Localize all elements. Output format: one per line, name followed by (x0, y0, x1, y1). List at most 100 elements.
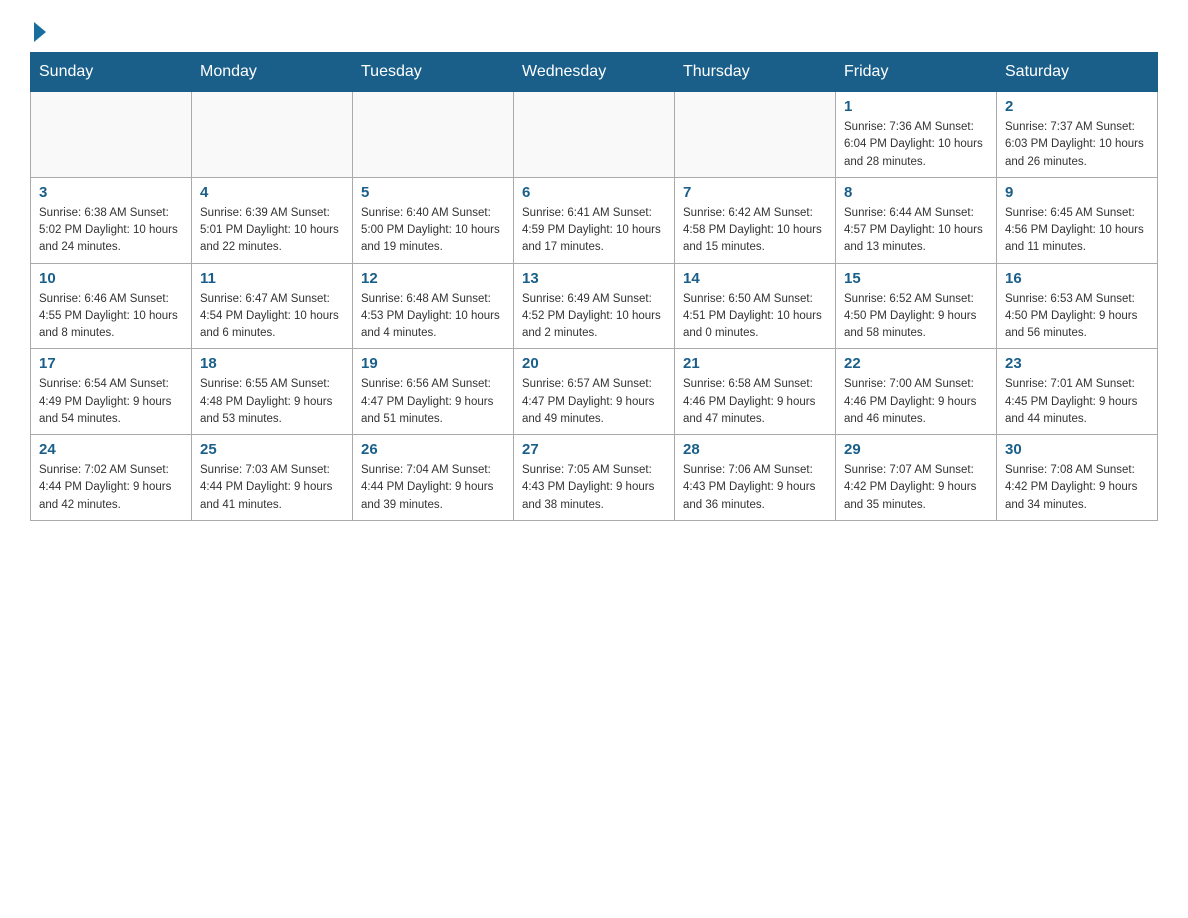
day-number: 10 (39, 270, 183, 287)
day-header-sunday: Sunday (31, 53, 192, 92)
day-info: Sunrise: 6:48 AM Sunset: 4:53 PM Dayligh… (361, 291, 505, 343)
day-number: 9 (1005, 184, 1149, 201)
calendar-cell: 21 Sunrise: 6:58 AM Sunset: 4:46 PM Dayli… (675, 349, 836, 435)
day-number: 19 (361, 355, 505, 372)
calendar-cell: 27 Sunrise: 7:05 AM Sunset: 4:43 PM Dayli… (514, 435, 675, 521)
day-info: Sunrise: 7:01 AM Sunset: 4:45 PM Dayligh… (1005, 376, 1149, 428)
day-number: 15 (844, 270, 988, 287)
calendar-table: SundayMondayTuesdayWednesdayThursdayFrid… (30, 52, 1158, 521)
day-info: Sunrise: 6:49 AM Sunset: 4:52 PM Dayligh… (522, 291, 666, 343)
day-number: 6 (522, 184, 666, 201)
calendar-cell: 1 Sunrise: 7:36 AM Sunset: 6:04 PM Daylig… (836, 92, 997, 178)
day-info: Sunrise: 6:52 AM Sunset: 4:50 PM Dayligh… (844, 291, 988, 343)
day-info: Sunrise: 6:55 AM Sunset: 4:48 PM Dayligh… (200, 376, 344, 428)
day-number: 8 (844, 184, 988, 201)
calendar-cell: 12 Sunrise: 6:48 AM Sunset: 4:53 PM Dayli… (353, 263, 514, 349)
logo (30, 20, 46, 42)
day-info: Sunrise: 6:45 AM Sunset: 4:56 PM Dayligh… (1005, 205, 1149, 257)
calendar-cell: 9 Sunrise: 6:45 AM Sunset: 4:56 PM Daylig… (997, 177, 1158, 263)
day-header-friday: Friday (836, 53, 997, 92)
day-info: Sunrise: 6:58 AM Sunset: 4:46 PM Dayligh… (683, 376, 827, 428)
calendar-cell (192, 92, 353, 178)
day-header-saturday: Saturday (997, 53, 1158, 92)
calendar-cell: 3 Sunrise: 6:38 AM Sunset: 5:02 PM Daylig… (31, 177, 192, 263)
day-header-monday: Monday (192, 53, 353, 92)
day-number: 23 (1005, 355, 1149, 372)
calendar-cell: 11 Sunrise: 6:47 AM Sunset: 4:54 PM Dayli… (192, 263, 353, 349)
day-number: 13 (522, 270, 666, 287)
calendar-cell (31, 92, 192, 178)
calendar-cell: 8 Sunrise: 6:44 AM Sunset: 4:57 PM Daylig… (836, 177, 997, 263)
day-number: 12 (361, 270, 505, 287)
calendar-cell: 18Sunrise: 6:55 AM Sunset: 4:48 PM Dayli… (192, 349, 353, 435)
day-info: Sunrise: 7:03 AM Sunset: 4:44 PM Dayligh… (200, 462, 344, 514)
day-number: 2 (1005, 98, 1149, 115)
calendar-week-1: 1 Sunrise: 7:36 AM Sunset: 6:04 PM Daylig… (31, 92, 1158, 178)
day-number: 21 (683, 355, 827, 372)
day-info: Sunrise: 6:44 AM Sunset: 4:57 PM Dayligh… (844, 205, 988, 257)
calendar-week-5: 24 Sunrise: 7:02 AM Sunset: 4:44 PM Dayli… (31, 435, 1158, 521)
day-info: Sunrise: 7:06 AM Sunset: 4:43 PM Dayligh… (683, 462, 827, 514)
calendar-cell: 7 Sunrise: 6:42 AM Sunset: 4:58 PM Daylig… (675, 177, 836, 263)
calendar-cell: 14 Sunrise: 6:50 AM Sunset: 4:51 PM Dayli… (675, 263, 836, 349)
day-info: Sunrise: 6:47 AM Sunset: 4:54 PM Dayligh… (200, 291, 344, 343)
calendar-cell: 13 Sunrise: 6:49 AM Sunset: 4:52 PM Dayli… (514, 263, 675, 349)
day-info: Sunrise: 6:53 AM Sunset: 4:50 PM Dayligh… (1005, 291, 1149, 343)
calendar-cell (353, 92, 514, 178)
day-number: 24 (39, 441, 183, 458)
calendar-cell: 10 Sunrise: 6:46 AM Sunset: 4:55 PM Dayli… (31, 263, 192, 349)
day-info: Sunrise: 7:37 AM Sunset: 6:03 PM Dayligh… (1005, 119, 1149, 171)
calendar-cell (675, 92, 836, 178)
day-number: 17 (39, 355, 183, 372)
calendar-cell: 17Sunrise: 6:54 AM Sunset: 4:49 PM Dayli… (31, 349, 192, 435)
day-info: Sunrise: 7:05 AM Sunset: 4:43 PM Dayligh… (522, 462, 666, 514)
calendar-week-2: 3 Sunrise: 6:38 AM Sunset: 5:02 PM Daylig… (31, 177, 1158, 263)
day-number: 3 (39, 184, 183, 201)
calendar-cell: 2 Sunrise: 7:37 AM Sunset: 6:03 PM Daylig… (997, 92, 1158, 178)
calendar-cell: 5 Sunrise: 6:40 AM Sunset: 5:00 PM Daylig… (353, 177, 514, 263)
day-number: 5 (361, 184, 505, 201)
calendar-cell: 23 Sunrise: 7:01 AM Sunset: 4:45 PM Dayli… (997, 349, 1158, 435)
day-info: Sunrise: 7:02 AM Sunset: 4:44 PM Dayligh… (39, 462, 183, 514)
day-number: 26 (361, 441, 505, 458)
day-info: Sunrise: 6:38 AM Sunset: 5:02 PM Dayligh… (39, 205, 183, 257)
calendar-cell: 16 Sunrise: 6:53 AM Sunset: 4:50 PM Dayli… (997, 263, 1158, 349)
calendar-cell: 4 Sunrise: 6:39 AM Sunset: 5:01 PM Daylig… (192, 177, 353, 263)
day-header-wednesday: Wednesday (514, 53, 675, 92)
day-number: 20 (522, 355, 666, 372)
calendar-cell: 25Sunrise: 7:03 AM Sunset: 4:44 PM Dayli… (192, 435, 353, 521)
calendar-cell: 24 Sunrise: 7:02 AM Sunset: 4:44 PM Dayli… (31, 435, 192, 521)
day-number: 16 (1005, 270, 1149, 287)
day-number: 7 (683, 184, 827, 201)
calendar-week-3: 10 Sunrise: 6:46 AM Sunset: 4:55 PM Dayli… (31, 263, 1158, 349)
day-number: 11 (200, 270, 344, 287)
day-number: 1 (844, 98, 988, 115)
calendar-cell: 19 Sunrise: 6:56 AM Sunset: 4:47 PM Dayli… (353, 349, 514, 435)
day-number: 14 (683, 270, 827, 287)
calendar-cell: 28Sunrise: 7:06 AM Sunset: 4:43 PM Dayli… (675, 435, 836, 521)
calendar-cell: 15 Sunrise: 6:52 AM Sunset: 4:50 PM Dayli… (836, 263, 997, 349)
day-info: Sunrise: 6:41 AM Sunset: 4:59 PM Dayligh… (522, 205, 666, 257)
day-info: Sunrise: 6:46 AM Sunset: 4:55 PM Dayligh… (39, 291, 183, 343)
calendar-cell: 6 Sunrise: 6:41 AM Sunset: 4:59 PM Daylig… (514, 177, 675, 263)
day-header-thursday: Thursday (675, 53, 836, 92)
calendar-header-row: SundayMondayTuesdayWednesdayThursdayFrid… (31, 53, 1158, 92)
day-number: 30 (1005, 441, 1149, 458)
day-info: Sunrise: 6:40 AM Sunset: 5:00 PM Dayligh… (361, 205, 505, 257)
calendar-cell: 29Sunrise: 7:07 AM Sunset: 4:42 PM Dayli… (836, 435, 997, 521)
day-info: Sunrise: 6:50 AM Sunset: 4:51 PM Dayligh… (683, 291, 827, 343)
day-info: Sunrise: 7:36 AM Sunset: 6:04 PM Dayligh… (844, 119, 988, 171)
calendar-cell: 22Sunrise: 7:00 AM Sunset: 4:46 PM Dayli… (836, 349, 997, 435)
calendar-cell: 26Sunrise: 7:04 AM Sunset: 4:44 PM Dayli… (353, 435, 514, 521)
day-info: Sunrise: 6:39 AM Sunset: 5:01 PM Dayligh… (200, 205, 344, 257)
day-info: Sunrise: 7:00 AM Sunset: 4:46 PM Dayligh… (844, 376, 988, 428)
day-number: 27 (522, 441, 666, 458)
page-header (30, 20, 1158, 42)
day-info: Sunrise: 6:42 AM Sunset: 4:58 PM Dayligh… (683, 205, 827, 257)
calendar-cell (514, 92, 675, 178)
day-info: Sunrise: 7:08 AM Sunset: 4:42 PM Dayligh… (1005, 462, 1149, 514)
day-number: 4 (200, 184, 344, 201)
day-header-tuesday: Tuesday (353, 53, 514, 92)
calendar-week-4: 17Sunrise: 6:54 AM Sunset: 4:49 PM Dayli… (31, 349, 1158, 435)
day-info: Sunrise: 6:56 AM Sunset: 4:47 PM Dayligh… (361, 376, 505, 428)
